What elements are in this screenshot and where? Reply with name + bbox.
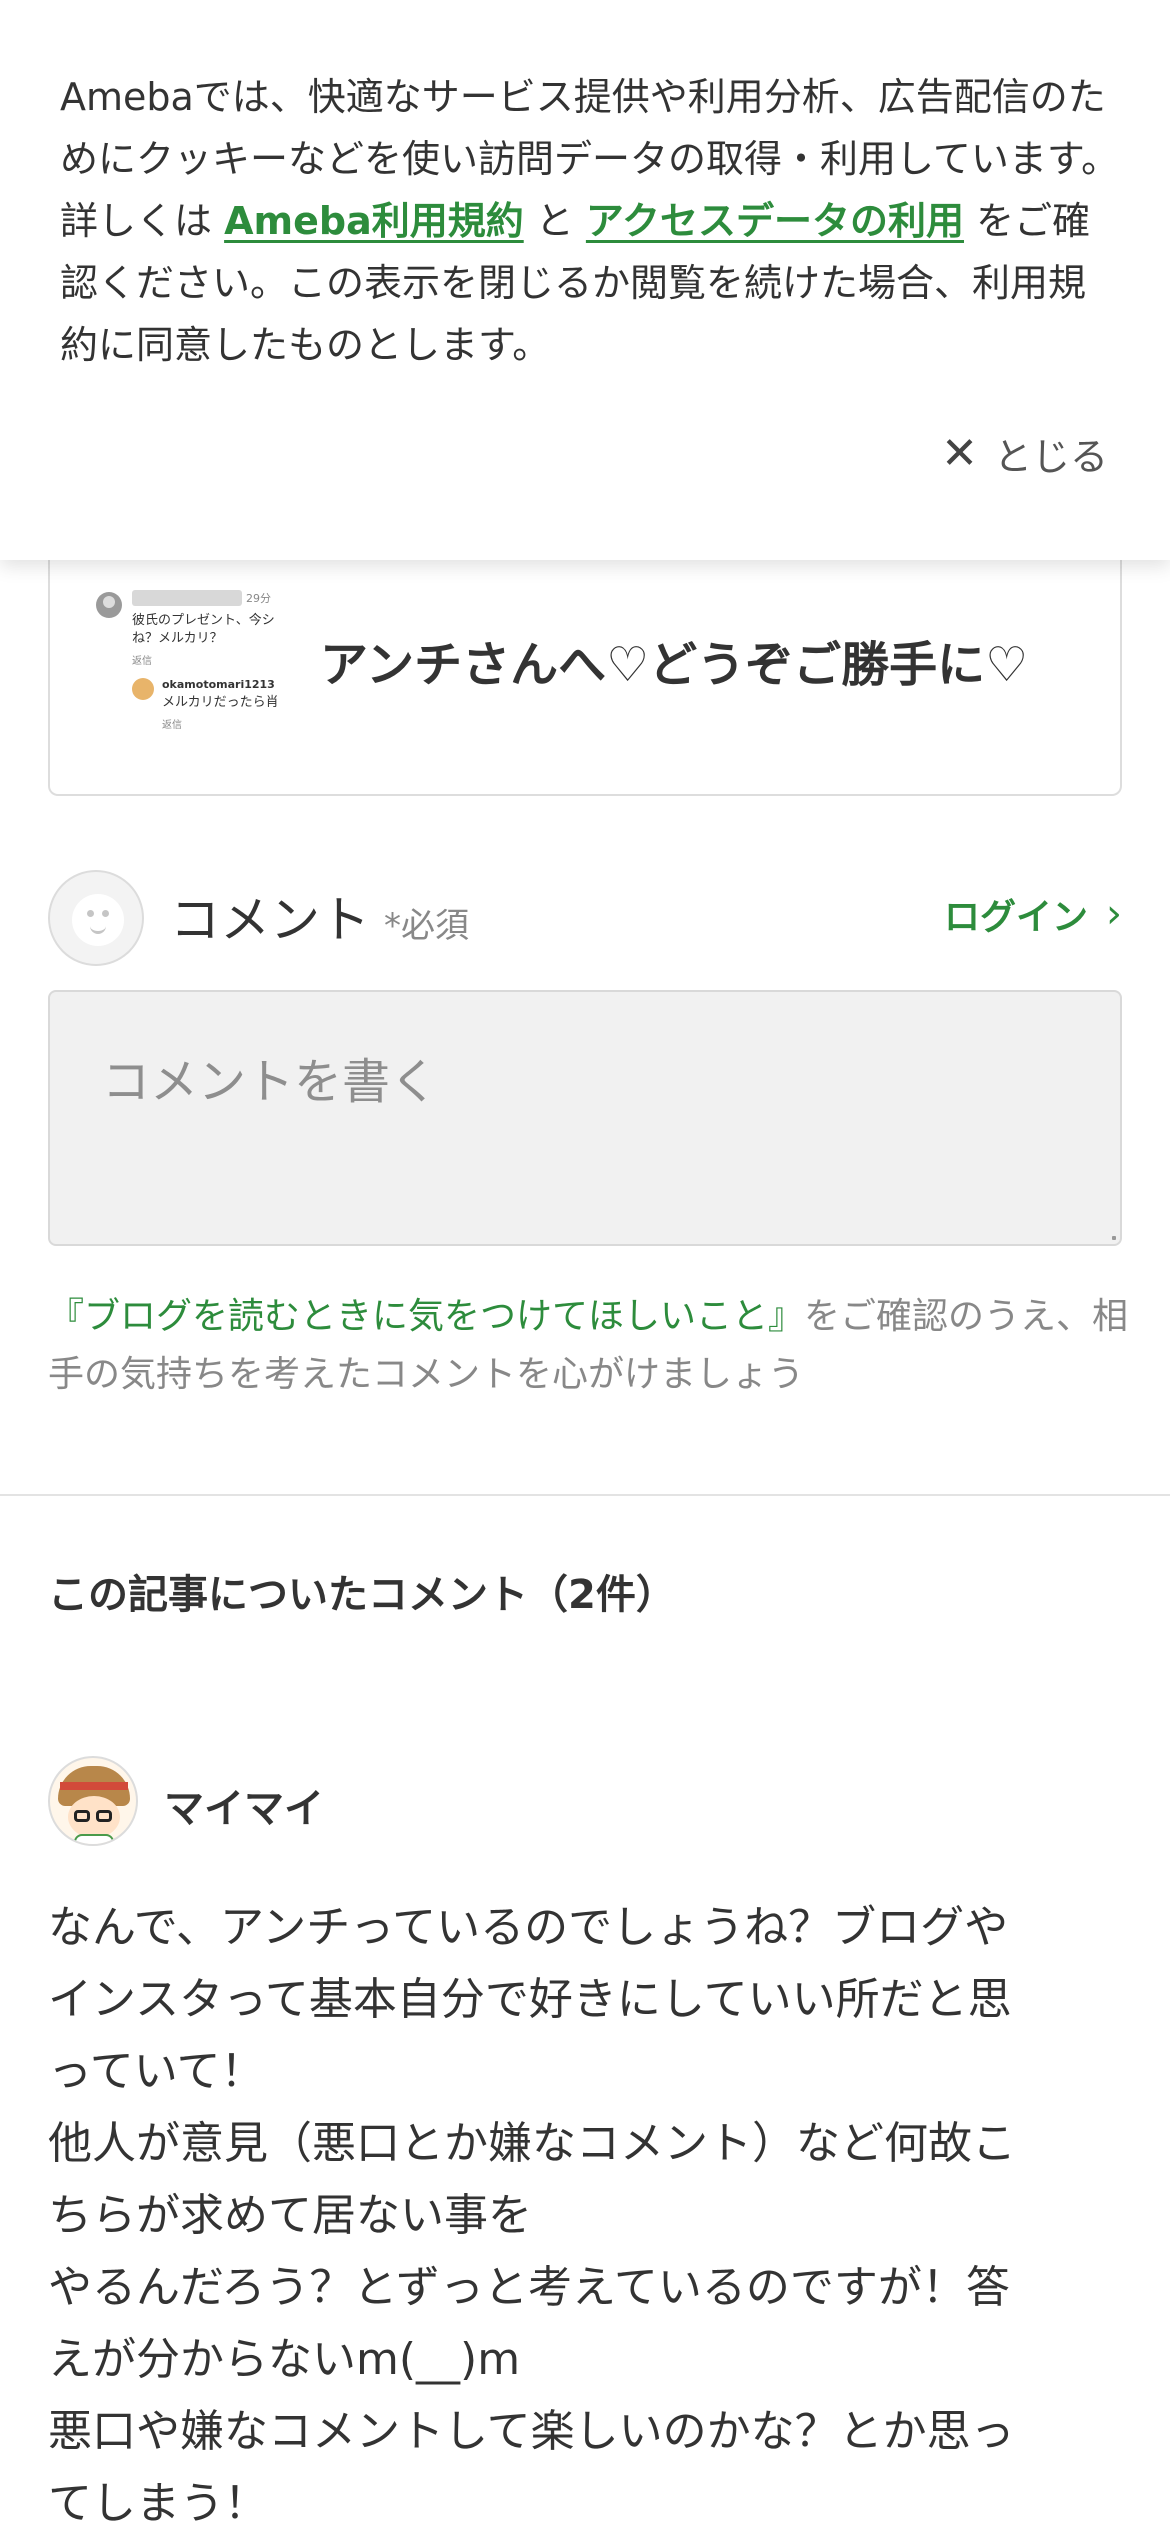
thumb-reply: 返信 <box>162 720 182 731</box>
comment-input-box[interactable] <box>48 990 1122 1246</box>
cookie-banner: Amebaでは、快適なサービス提供や利用分析、広告配信のためにクッキーなどを使い… <box>0 0 1170 560</box>
section-divider <box>0 1494 1170 1496</box>
thumb-time: 29分 <box>246 592 271 605</box>
thumb-reply-text: メルカリだったら肖 <box>162 695 279 710</box>
comment-line: なんで、アンチっているのでしょうね？ブログや <box>48 1902 1009 1953</box>
comment-label: コメント <box>170 891 370 949</box>
close-banner-button[interactable]: ✕ とじる <box>941 422 1108 484</box>
shirt-icon <box>74 1834 114 1844</box>
guideline-link[interactable]: 『ブログを読むときに気をつけてほしいこと』 <box>48 1296 804 1337</box>
article-thumbnail: 29分 彼氏のプレゼント、今シ ね？メルカリ？ 返信 okamotomari12… <box>96 590 326 760</box>
comment-line: インスタって基本自分で好きにしていい所だと思 <box>48 1974 1012 2025</box>
close-icon: ✕ <box>941 427 978 479</box>
comment-line: ちらが求めて居ない事を <box>48 2190 532 2241</box>
thumb-line: 彼氏のプレゼント、今シ <box>132 613 275 628</box>
thumb-reply: 返信 <box>132 656 152 667</box>
comment-line: やるんだろう？とずっと考えているのですが！答 <box>48 2262 1010 2313</box>
thumb-line: ね？メルカリ？ <box>132 631 223 646</box>
login-label: ログイン <box>943 897 1088 938</box>
terms-link[interactable]: Ameba利用規約 <box>224 199 524 243</box>
eye-icon <box>87 910 94 917</box>
comment-line: えが分からないm(__)m <box>48 2334 521 2385</box>
user-avatar-icon <box>132 678 154 700</box>
guest-avatar <box>48 870 144 966</box>
comment-guideline: 『ブログを読むときに気をつけてほしいこと』をご確認のうえ、相手の気持ちを考えたコ… <box>48 1288 1138 1404</box>
comment-line: 他人が意見（悪口とか嫌なコメント）など何故こ <box>48 2118 1016 2169</box>
eye-icon <box>102 910 109 917</box>
cookie-notice-text: Amebaでは、快適なサービス提供や利用分析、広告配信のためにクッキーなどを使い… <box>60 66 1120 376</box>
access-data-link[interactable]: アクセスデータの利用 <box>586 199 964 243</box>
hat-band <box>60 1782 128 1790</box>
required-marker: *必須 <box>384 906 469 946</box>
close-label: とじる <box>993 434 1108 479</box>
glasses-icon <box>96 1810 112 1822</box>
chevron-right-icon: › <box>1106 891 1122 937</box>
comment-body: なんで、アンチっているのでしょうね？ブログや インスタって基本自分で好きにしてい… <box>48 1892 1128 2532</box>
comments-heading: この記事についたコメント（2件） <box>48 1572 676 1618</box>
login-link[interactable]: ログイン › <box>944 888 1122 940</box>
glasses-icon <box>74 1810 90 1822</box>
commenter-name[interactable]: マイマイ <box>164 1776 324 1834</box>
face-icon <box>72 894 124 946</box>
comment-line: 悪口や嫌なコメントして楽しいのかな？とか思っ <box>48 2406 1015 2457</box>
comment-line: てしまう！ <box>48 2478 268 2529</box>
thumb-username: okamotomari1213 <box>162 678 275 691</box>
commenter-avatar[interactable] <box>48 1756 138 1846</box>
user-avatar-icon <box>96 592 122 618</box>
comment-textarea[interactable] <box>50 992 1120 1244</box>
cookie-text-part: と <box>523 199 586 243</box>
related-article-card[interactable]: 29分 彼氏のプレゼント、今シ ね？メルカリ？ 返信 okamotomari12… <box>48 520 1122 796</box>
comment-line: っていて！ <box>48 2046 265 2097</box>
resize-handle-icon[interactable] <box>1112 1236 1116 1240</box>
blurred-username <box>132 590 242 606</box>
article-title: アンチさんへ♡どうぞご勝手に♡ <box>320 637 1029 693</box>
